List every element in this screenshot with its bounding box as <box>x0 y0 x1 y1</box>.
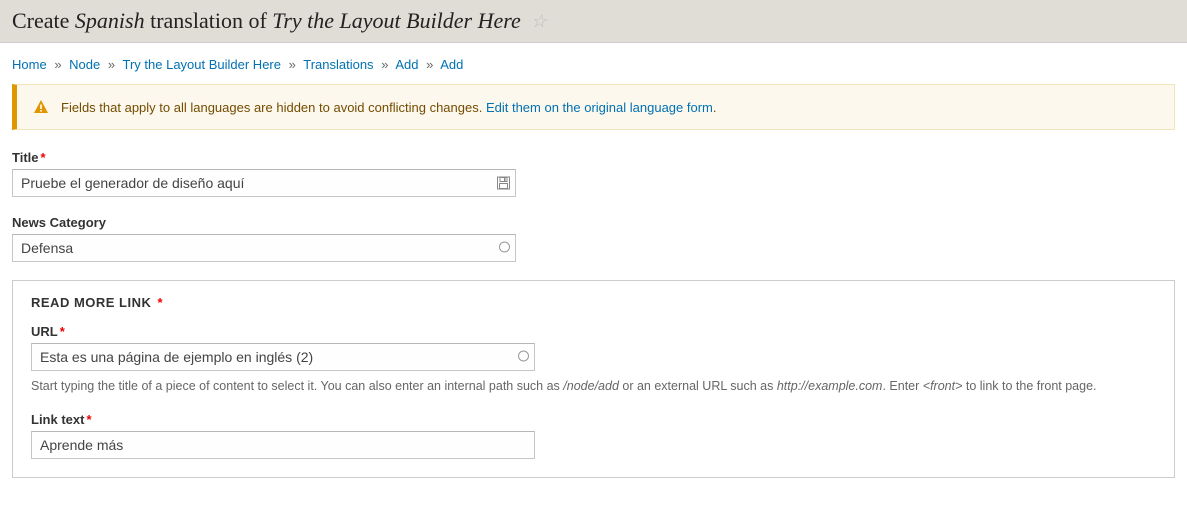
breadcrumb-translations[interactable]: Translations <box>303 57 373 72</box>
readmore-fieldset: Read more link * URL* Start typing the t… <box>12 280 1175 478</box>
title-prefix: Create <box>12 8 75 33</box>
url-description: Start typing the title of a piece of con… <box>31 377 1146 396</box>
url-input-wrap <box>31 343 535 371</box>
linktext-input[interactable] <box>31 431 535 459</box>
form-item-category: News Category <box>12 215 1175 262</box>
required-marker: * <box>60 324 65 339</box>
category-label: News Category <box>12 215 1175 230</box>
category-input-wrap <box>12 234 516 262</box>
title-input-wrap <box>12 169 516 197</box>
title-label: Title* <box>12 150 1175 165</box>
breadcrumb-sep: » <box>381 57 388 72</box>
warning-text: Fields that apply to all languages are h… <box>61 100 717 115</box>
form-item-url: URL* Start typing the title of a piece o… <box>31 324 1156 396</box>
breadcrumb-node[interactable]: Node <box>69 57 100 72</box>
breadcrumb-sep: » <box>289 57 296 72</box>
page-header: Create Spanish translation of Try the La… <box>0 0 1187 43</box>
breadcrumb-sep: » <box>426 57 433 72</box>
required-marker: * <box>153 295 163 310</box>
title-node: Try the Layout Builder Here <box>272 8 521 33</box>
required-marker: * <box>86 412 91 427</box>
linktext-label: Link text* <box>31 412 1156 427</box>
form-item-linktext: Link text* <box>31 412 1156 459</box>
star-icon[interactable]: ☆ <box>531 11 547 32</box>
page-title: Create Spanish translation of Try the La… <box>12 8 1175 34</box>
title-input[interactable] <box>12 169 516 197</box>
title-language: Spanish <box>75 8 145 33</box>
breadcrumb-sep: » <box>54 57 61 72</box>
breadcrumb-add[interactable]: Add <box>395 57 418 72</box>
warning-link[interactable]: Edit them on the original language form <box>486 100 713 115</box>
breadcrumb-home[interactable]: Home <box>12 57 47 72</box>
breadcrumb: Home » Node » Try the Layout Builder Her… <box>0 43 1187 84</box>
content: Fields that apply to all languages are h… <box>0 84 1187 490</box>
breadcrumb-add2[interactable]: Add <box>440 57 463 72</box>
form-item-title: Title* <box>12 150 1175 197</box>
readmore-legend: Read more link * <box>31 295 1156 310</box>
warning-message: Fields that apply to all languages are h… <box>12 84 1175 130</box>
url-input[interactable] <box>31 343 535 371</box>
warning-icon <box>33 99 49 115</box>
title-mid: translation of <box>145 8 273 33</box>
breadcrumb-content[interactable]: Try the Layout Builder Here <box>123 57 281 72</box>
url-label: URL* <box>31 324 1156 339</box>
category-input[interactable] <box>12 234 516 262</box>
breadcrumb-sep: » <box>108 57 115 72</box>
required-marker: * <box>41 150 46 165</box>
